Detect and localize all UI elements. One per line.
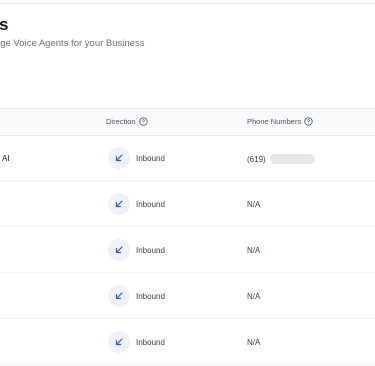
direction-label: Inbound [136,245,165,255]
page-title: s [0,15,9,34]
direction-cell: Inbound [108,285,165,307]
help-circle-icon[interactable] [304,117,313,126]
column-header-direction: Direction [106,117,148,126]
phone-number: (619) [247,154,266,164]
phone-cell: N/A [247,246,260,255]
arrow-down-left-icon [108,331,130,353]
arrow-down-left-icon [108,193,130,215]
direction-label: Inbound [136,337,165,347]
table-row[interactable]: Inbound N/A [0,319,375,365]
phone-number: N/A [247,246,261,255]
direction-cell: Inbound [108,193,165,215]
direction-label: Inbound [136,199,165,209]
agent-name: AI [2,154,10,163]
table-row[interactable]: Inbound N/A [0,273,375,319]
arrow-down-left-icon [108,147,130,169]
arrow-down-left-icon [108,239,130,261]
column-header-phone-numbers: Phone Numbers [247,117,313,126]
table-row[interactable]: Inbound N/A [0,227,375,273]
phone-cell: N/A [247,292,260,301]
direction-label: Inbound [136,153,165,163]
table-row[interactable]: Inbound N/A [0,181,375,227]
phone-number: N/A [247,338,261,347]
phone-number: N/A [247,292,261,301]
help-circle-icon[interactable] [138,117,148,126]
direction-label: Inbound [136,291,165,301]
arrow-down-left-icon [108,285,130,307]
table-row[interactable]: AI Inbound (619) [0,135,375,181]
phone-cell: N/A [247,200,260,209]
table-header: Direction Phone Numbers [0,108,375,136]
phone-cell: (619) [247,154,315,164]
direction-cell: Inbound [108,147,165,169]
column-header-phone-numbers-label: Phone Numbers [247,117,302,126]
phone-cell: N/A [247,338,260,347]
direction-cell: Inbound [108,239,165,261]
phone-number: N/A [247,200,261,209]
direction-cell: Inbound [108,331,165,353]
top-divider [0,3,375,4]
page-subtitle: age Voice Agents for your Business [0,38,145,49]
redacted-phone-blur [269,154,315,164]
column-header-direction-label: Direction [106,117,136,126]
